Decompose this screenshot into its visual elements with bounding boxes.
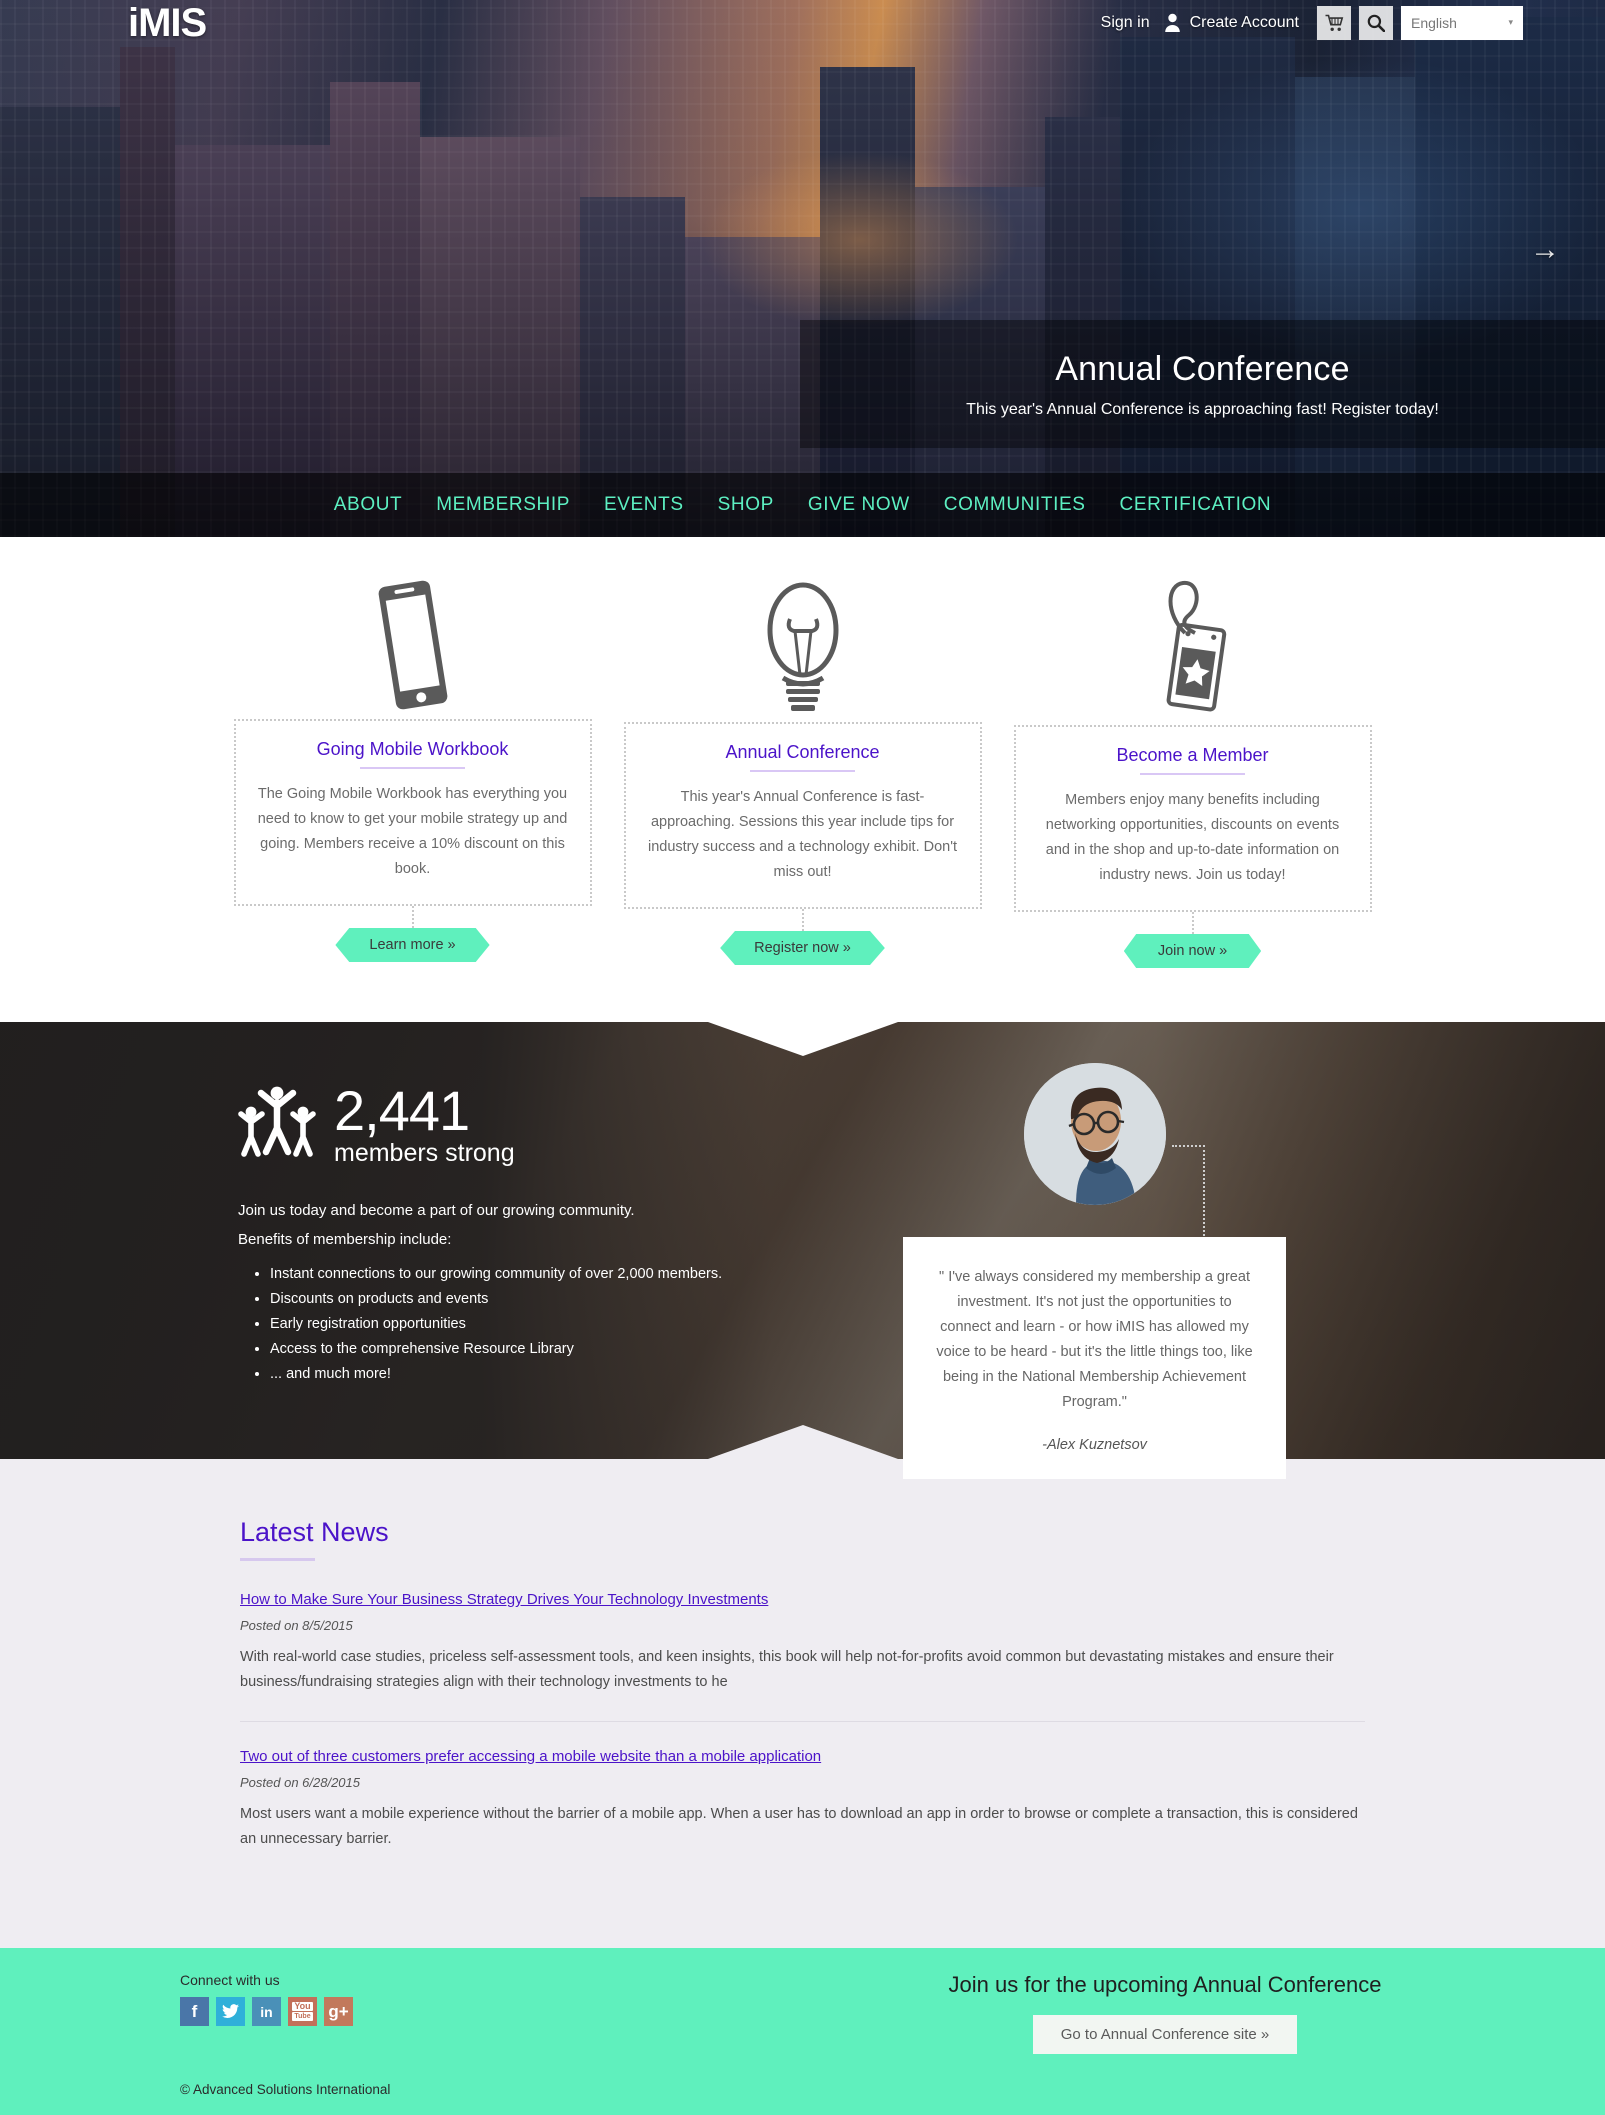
facebook-icon[interactable]: f bbox=[180, 1997, 209, 2026]
feature-card-going-mobile-workbook: Going Mobile Workbook The Going Mobile W… bbox=[218, 565, 608, 968]
members-intro-line-1: Join us today and become a part of our g… bbox=[238, 1202, 635, 1219]
chevron-down-icon: ▾ bbox=[1508, 17, 1513, 27]
list-item: Two out of three customers prefer access… bbox=[240, 1721, 1365, 1878]
members-section: 2,441 members strong Join us today and b… bbox=[0, 1022, 1605, 1459]
site-logo[interactable]: iMIS bbox=[128, 3, 207, 43]
feature-description: The Going Mobile Workbook has everything… bbox=[257, 786, 568, 877]
sign-in-link[interactable]: Sign in bbox=[1101, 14, 1150, 32]
list-item: Access to the comprehensive Resource Lib… bbox=[270, 1337, 798, 1362]
member-count-label: members strong bbox=[334, 1139, 515, 1167]
dotted-connector bbox=[411, 906, 414, 928]
list-item: Early registration opportunities bbox=[270, 1312, 798, 1337]
person-icon bbox=[1164, 13, 1190, 32]
create-account-link[interactable]: Create Account bbox=[1190, 14, 1299, 32]
language-selector[interactable]: English ▾ bbox=[1401, 5, 1523, 40]
dotted-connector bbox=[801, 909, 804, 931]
nav-item-events[interactable]: EVENTS bbox=[587, 494, 701, 516]
nav-item-certification[interactable]: CERTIFICATION bbox=[1103, 494, 1289, 516]
nav-item-give-now[interactable]: GIVE NOW bbox=[791, 494, 927, 516]
main-navigation: ABOUT MEMBERSHIP EVENTS SHOP GIVE NOW CO… bbox=[0, 473, 1605, 537]
latest-news-section: Latest News How to Make Sure Your Busine… bbox=[0, 1459, 1605, 1948]
hero-title: Annual Conference bbox=[1055, 349, 1350, 388]
news-date: Posted on 6/28/2015 bbox=[240, 1775, 360, 1790]
title-underline bbox=[750, 770, 855, 772]
members-intro-line-2: Benefits of membership include: bbox=[238, 1231, 452, 1248]
lightbulb-icon bbox=[748, 565, 858, 715]
footer-cta-heading: Join us for the upcoming Annual Conferen… bbox=[948, 1972, 1382, 1997]
feature-card-become-a-member: Become a Member Members enjoy many benef… bbox=[998, 565, 1388, 968]
feature-cards-section: Going Mobile Workbook The Going Mobile W… bbox=[0, 537, 1605, 1022]
feature-title[interactable]: Become a Member bbox=[1038, 745, 1348, 766]
list-item: How to Make Sure Your Business Strategy … bbox=[240, 1591, 1365, 1721]
section-notch-bottom bbox=[707, 1425, 898, 1459]
list-item: Instant connections to our growing commu… bbox=[270, 1262, 798, 1287]
testimonial-author: -Alex Kuznetsov bbox=[1042, 1437, 1147, 1453]
youtube-icon-top: You bbox=[292, 2001, 313, 2011]
hero-caption: Annual Conference This year's Annual Con… bbox=[800, 320, 1605, 448]
dotted-connector-horizontal bbox=[1172, 1145, 1205, 1147]
page-title: Latest News bbox=[240, 1517, 389, 1547]
news-headline-link[interactable]: Two out of three customers prefer access… bbox=[240, 1748, 821, 1765]
go-to-conference-site-button[interactable]: Go to Annual Conference site » bbox=[1032, 2015, 1298, 2054]
feature-card-annual-conference: Annual Conference This year's Annual Con… bbox=[608, 565, 998, 968]
shopping-cart-icon[interactable] bbox=[1317, 5, 1351, 40]
title-underline bbox=[1140, 773, 1245, 775]
news-headline-link[interactable]: How to Make Sure Your Business Strategy … bbox=[240, 1591, 768, 1608]
googleplus-icon[interactable]: g+ bbox=[324, 1997, 353, 2026]
top-utility-bar: iMIS Sign in Create Account English ▾ bbox=[0, 0, 1605, 45]
feature-title[interactable]: Annual Conference bbox=[648, 742, 958, 763]
member-count: 2,441 bbox=[334, 1079, 470, 1142]
testimonial-quote: " I've always considered my membership a… bbox=[936, 1269, 1253, 1410]
feature-card-body: Annual Conference This year's Annual Con… bbox=[623, 722, 982, 909]
hero-subtitle: This year's Annual Conference is approac… bbox=[966, 400, 1439, 418]
search-icon[interactable] bbox=[1359, 5, 1393, 40]
learn-more-button[interactable]: Learn more » bbox=[335, 928, 490, 962]
language-value: English bbox=[1411, 14, 1457, 31]
mobile-phone-icon bbox=[365, 565, 461, 715]
title-underline bbox=[360, 767, 465, 769]
feature-title[interactable]: Going Mobile Workbook bbox=[258, 739, 568, 760]
join-now-button[interactable]: Join now » bbox=[1123, 934, 1262, 968]
nav-item-membership[interactable]: MEMBERSHIP bbox=[419, 494, 587, 516]
dotted-connector bbox=[1191, 912, 1194, 934]
membership-benefits-list: Instant connections to our growing commu… bbox=[270, 1262, 798, 1387]
hero-next-slide-button[interactable]: → bbox=[1530, 235, 1560, 265]
youtube-icon[interactable]: You Tube bbox=[288, 1997, 317, 2026]
hero-banner: iMIS Sign in Create Account English ▾ → … bbox=[0, 0, 1605, 537]
register-now-button[interactable]: Register now » bbox=[720, 931, 885, 965]
news-excerpt: With real-world case studies, priceless … bbox=[240, 1649, 1334, 1690]
feature-description: This year's Annual Conference is fast-ap… bbox=[647, 789, 958, 880]
list-item: ... and much more! bbox=[270, 1362, 798, 1387]
list-item: Discounts on products and events bbox=[270, 1287, 798, 1312]
feature-card-body: Going Mobile Workbook The Going Mobile W… bbox=[233, 719, 592, 906]
news-date: Posted on 8/5/2015 bbox=[240, 1618, 353, 1633]
news-excerpt: Most users want a mobile experience with… bbox=[240, 1806, 1358, 1847]
people-celebrating-icon bbox=[238, 1084, 316, 1167]
testimonial-avatar bbox=[1024, 1063, 1166, 1205]
nav-item-communities[interactable]: COMMUNITIES bbox=[927, 494, 1103, 516]
dotted-connector-vertical bbox=[1203, 1145, 1205, 1240]
youtube-icon-bottom: Tube bbox=[292, 2012, 313, 2021]
linkedin-icon[interactable]: in bbox=[252, 1997, 281, 2026]
feature-card-body: Become a Member Members enjoy many benef… bbox=[1013, 725, 1372, 912]
copyright-text: © Advanced Solutions International bbox=[180, 2082, 391, 2097]
twitter-icon[interactable] bbox=[216, 1997, 245, 2026]
title-underline bbox=[240, 1558, 315, 1561]
feature-description: Members enjoy many benefits including ne… bbox=[1045, 792, 1340, 883]
connect-with-us-label: Connect with us bbox=[180, 1972, 280, 1988]
nav-item-about[interactable]: ABOUT bbox=[317, 494, 419, 516]
testimonial-quote-box: " I've always considered my membership a… bbox=[903, 1237, 1286, 1479]
hero-background-image bbox=[0, 0, 1605, 537]
membership-badge-icon bbox=[1143, 565, 1243, 715]
nav-item-shop[interactable]: SHOP bbox=[701, 494, 791, 516]
